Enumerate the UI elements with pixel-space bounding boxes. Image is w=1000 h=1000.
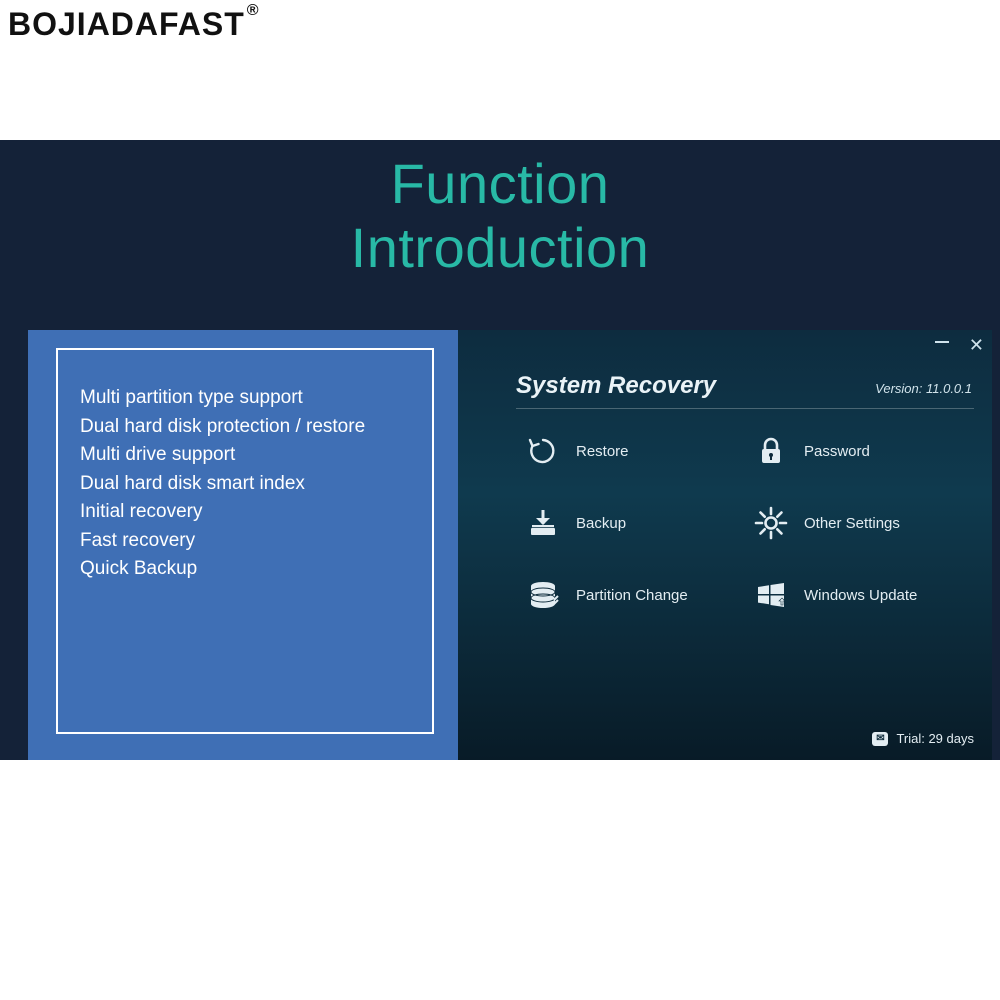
trial-status: ✉ Trial: 29 days [872, 731, 974, 746]
menu-grid: Restore Password [526, 434, 962, 612]
windows-update-button[interactable]: Windows Update [754, 578, 962, 612]
backup-icon [526, 506, 560, 540]
version-label: Version: 11.0.0.1 [875, 381, 972, 396]
disk-icon [526, 578, 560, 612]
heading-line-2: Introduction [0, 216, 1000, 280]
close-button[interactable]: ✕ [969, 336, 984, 354]
restore-button[interactable]: Restore [526, 434, 734, 468]
menu-label: Backup [576, 515, 626, 532]
feature-panel: Multi partition type support Dual hard d… [28, 330, 458, 760]
app-title-row: System Recovery Version: 11.0.0.1 [516, 372, 972, 400]
menu-label: Other Settings [804, 515, 900, 532]
feature-item: Multi drive support [80, 441, 414, 470]
restore-icon [526, 434, 560, 468]
brand-watermark: BOJIADAFAST® [8, 6, 258, 43]
backup-button[interactable]: Backup [526, 506, 734, 540]
feature-item: Fast recovery [80, 527, 414, 556]
feature-item: Quick Backup [80, 555, 414, 584]
menu-label: Password [804, 443, 870, 460]
minimize-button[interactable] [935, 341, 949, 343]
registered-symbol: ® [247, 2, 260, 19]
content-band: Function Introduction Multi partition ty… [0, 140, 1000, 760]
other-settings-button[interactable]: Other Settings [754, 506, 962, 540]
password-button[interactable]: Password [754, 434, 962, 468]
windows-icon [754, 578, 788, 612]
menu-label: Partition Change [576, 587, 688, 604]
brand-name: BOJIADAFAST [8, 6, 245, 42]
mail-icon: ✉ [872, 732, 888, 746]
lock-icon [754, 434, 788, 468]
menu-label: Windows Update [804, 587, 917, 604]
app-panel: ✕ System Recovery Version: 11.0.0.1 [458, 330, 992, 760]
trial-label: Trial: 29 days [896, 731, 974, 746]
window-controls: ✕ [935, 336, 984, 354]
gear-icon [754, 506, 788, 540]
menu-label: Restore [576, 443, 629, 460]
app-title: System Recovery [516, 372, 716, 400]
feature-list: Multi partition type support Dual hard d… [56, 348, 434, 734]
feature-item: Dual hard disk protection / restore [80, 413, 414, 442]
partition-change-button[interactable]: Partition Change [526, 578, 734, 612]
feature-item: Multi partition type support [80, 384, 414, 413]
feature-item: Initial recovery [80, 498, 414, 527]
heading-line-1: Function [0, 152, 1000, 216]
feature-item: Dual hard disk smart index [80, 470, 414, 499]
title-divider [516, 408, 974, 409]
page-title: Function Introduction [0, 140, 1000, 281]
app-window: Multi partition type support Dual hard d… [28, 330, 992, 760]
